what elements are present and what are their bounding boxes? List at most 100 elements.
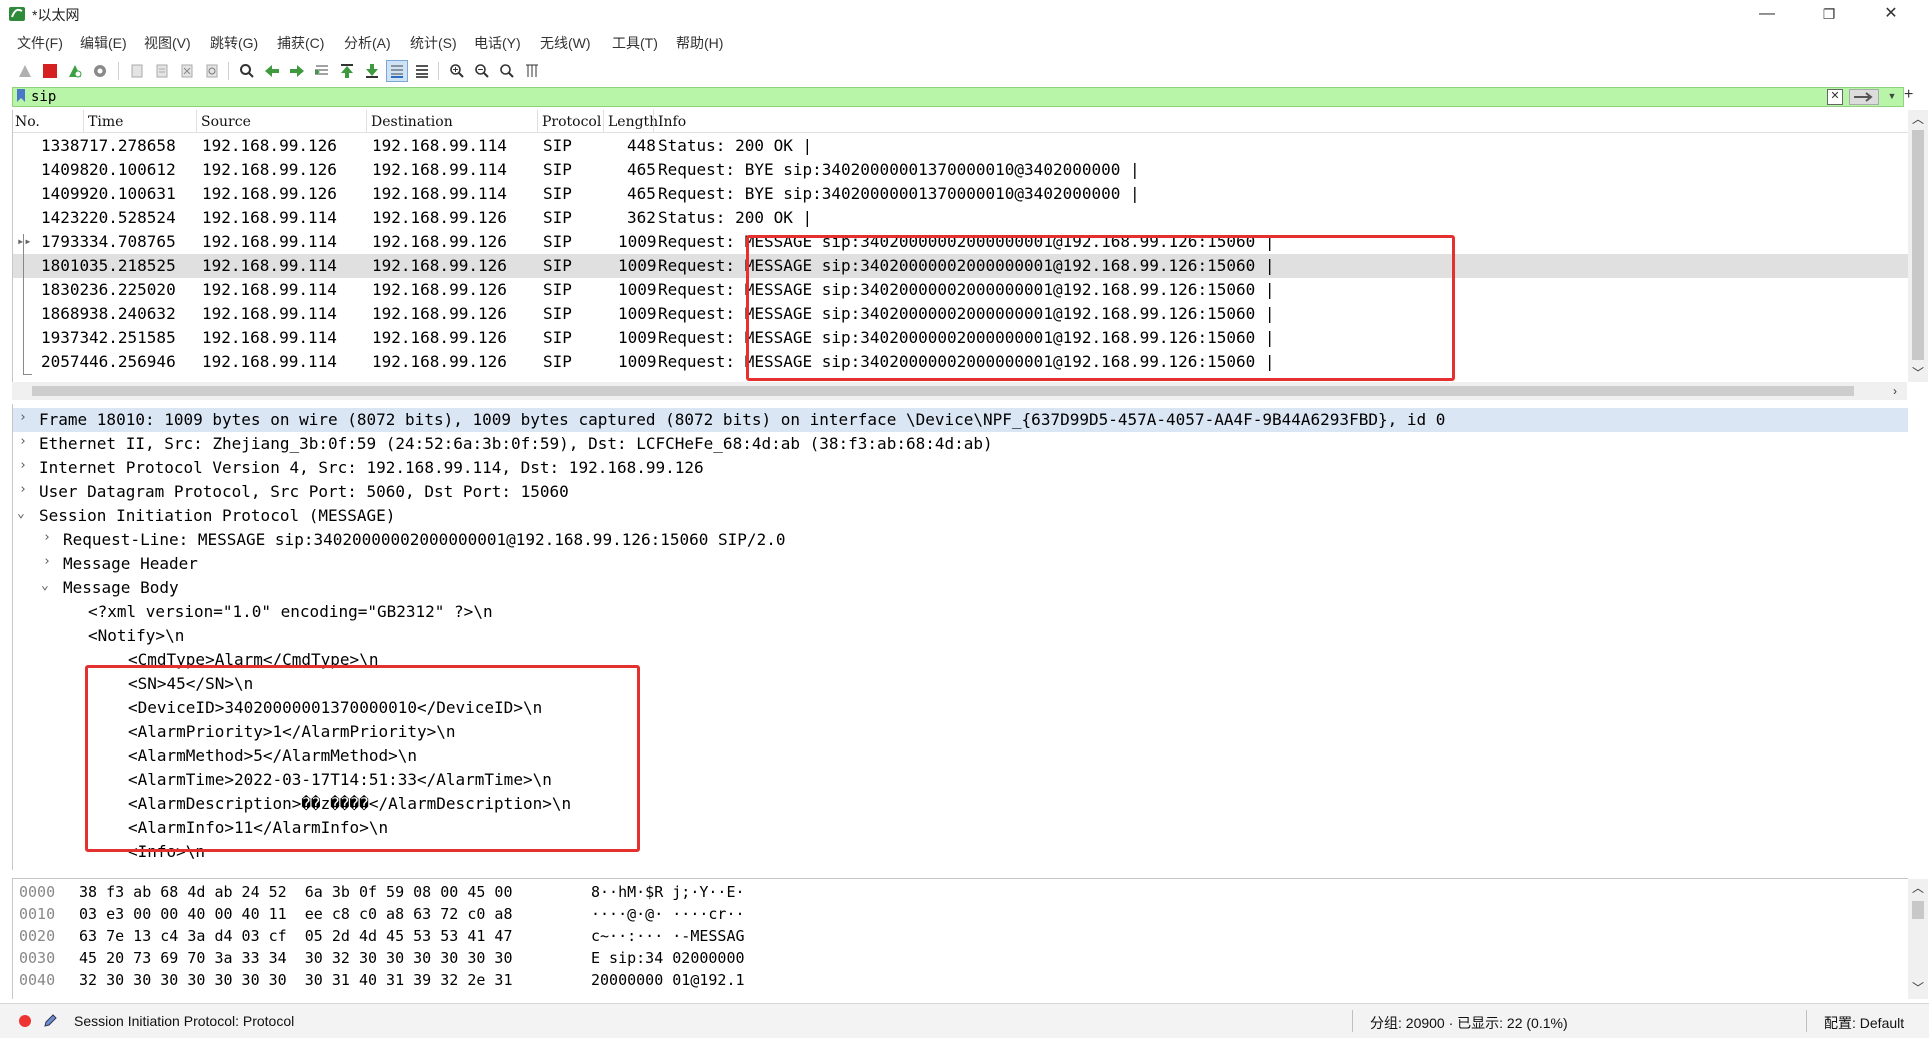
column-header-no[interactable]: No.: [15, 114, 40, 130]
tree-item-message-body[interactable]: ⌄ Message Body: [13, 576, 1908, 600]
clear-filter-icon[interactable]: ✕: [1827, 89, 1843, 105]
column-header-length[interactable]: Length: [608, 114, 658, 130]
capture-options-icon[interactable]: [89, 60, 111, 82]
status-profile[interactable]: 配置: Default: [1824, 1013, 1904, 1033]
apply-filter-icon[interactable]: [1849, 89, 1879, 105]
tree-item-frame[interactable]: › Frame 18010: 1009 bytes on wire (8072 …: [13, 408, 1908, 432]
menu-file[interactable]: 文件(F): [17, 33, 63, 53]
scroll-up-icon[interactable]: ︿: [1908, 879, 1928, 897]
tree-item-deviceid[interactable]: <DeviceID>34020000001370000010</DeviceID…: [13, 696, 1908, 720]
menu-go[interactable]: 跳转(G): [210, 33, 258, 53]
menu-wireless[interactable]: 无线(W): [540, 33, 591, 53]
go-back-icon[interactable]: [261, 60, 283, 82]
filter-history-icon[interactable]: ▼: [1885, 89, 1899, 103]
hex-row[interactable]: 0020 63 7e 13 c4 3a d4 03 cf 05 2d 4d 45…: [13, 927, 745, 949]
go-last-packet-icon[interactable]: [361, 60, 383, 82]
packet-row[interactable]: 18689 38.240632 192.168.99.114 192.168.9…: [13, 302, 1908, 326]
menu-help[interactable]: 帮助(H): [676, 33, 723, 53]
scrollbar-thumb[interactable]: [1912, 130, 1924, 360]
expand-icon[interactable]: ›: [43, 530, 51, 545]
go-forward-icon[interactable]: [286, 60, 308, 82]
tree-item-udp[interactable]: › User Datagram Protocol, Src Port: 5060…: [13, 480, 1908, 504]
close-file-icon[interactable]: [176, 60, 198, 82]
restart-capture-icon[interactable]: [64, 60, 86, 82]
packet-row[interactable]: 13387 17.278658 192.168.99.126 192.168.9…: [13, 134, 1908, 158]
scroll-down-icon[interactable]: ﹀: [1908, 979, 1928, 997]
reload-file-icon[interactable]: [201, 60, 223, 82]
tree-item-sip[interactable]: ⌄ Session Initiation Protocol (MESSAGE): [13, 504, 1908, 528]
menu-capture[interactable]: 捕获(C): [277, 33, 324, 53]
normal-size-icon[interactable]: [496, 60, 518, 82]
zoom-out-icon[interactable]: [471, 60, 493, 82]
scroll-up-icon[interactable]: ︿: [1908, 110, 1928, 128]
packet-row[interactable]: 19373 42.251585 192.168.99.114 192.168.9…: [13, 326, 1908, 350]
tree-item-info[interactable]: <Info>\n: [13, 840, 1908, 864]
column-header-time[interactable]: Time: [88, 114, 123, 130]
minimize-button[interactable]: —: [1744, 2, 1790, 26]
scrollbar-thumb[interactable]: [1912, 901, 1924, 919]
go-to-packet-icon[interactable]: [311, 60, 333, 82]
display-filter-input[interactable]: [31, 88, 1831, 106]
resize-columns-icon[interactable]: [521, 60, 543, 82]
packet-list-hscrollbar[interactable]: ›: [12, 382, 1907, 400]
column-header-info[interactable]: Info: [658, 114, 686, 130]
open-file-icon[interactable]: [126, 60, 148, 82]
scroll-down-icon[interactable]: ﹀: [1908, 364, 1928, 382]
hex-row[interactable]: 0040 32 30 30 30 30 30 30 30 30 31 40 31…: [13, 971, 745, 993]
tree-item-sn[interactable]: <SN>45</SN>\n: [13, 672, 1908, 696]
bookmark-icon[interactable]: [16, 89, 26, 103]
packet-row[interactable]: 14099 20.100631 192.168.99.126 192.168.9…: [13, 182, 1908, 206]
packet-row[interactable]: ▸▸ 17933 34.708765 192.168.99.114 192.16…: [13, 230, 1908, 254]
hscrollbar-thumb[interactable]: [32, 386, 1854, 396]
tree-item-notify[interactable]: <Notify>\n: [13, 624, 1908, 648]
bytes-scrollbar[interactable]: ︿ ﹀: [1908, 879, 1928, 999]
menu-view[interactable]: 视图(V): [144, 33, 191, 53]
hex-row[interactable]: 0000 38 f3 ab 68 4d ab 24 52 6a 3b 0f 59…: [13, 883, 745, 905]
tree-item-cmdtype[interactable]: <CmdType>Alarm</CmdType>\n: [13, 648, 1908, 672]
menu-analyze[interactable]: 分析(A): [344, 33, 391, 53]
tree-item-alarmpriority[interactable]: <AlarmPriority>1</AlarmPriority>\n: [13, 720, 1908, 744]
go-first-packet-icon[interactable]: [336, 60, 358, 82]
packet-row[interactable]: 14232 20.528524 192.168.99.114 192.168.9…: [13, 206, 1908, 230]
packet-list-scrollbar[interactable]: ︿ ﹀: [1908, 110, 1928, 382]
expand-icon[interactable]: ›: [19, 410, 27, 425]
column-header-destination[interactable]: Destination: [371, 114, 453, 130]
zoom-in-icon[interactable]: [446, 60, 468, 82]
tree-item-ipv4[interactable]: › Internet Protocol Version 4, Src: 192.…: [13, 456, 1908, 480]
auto-scroll-icon[interactable]: [386, 60, 408, 82]
packet-row[interactable]: 20574 46.256946 192.168.99.114 192.168.9…: [13, 350, 1908, 374]
menu-edit[interactable]: 编辑(E): [80, 33, 127, 53]
tree-item-message-header[interactable]: › Message Header: [13, 552, 1908, 576]
expand-icon[interactable]: ›: [19, 458, 27, 473]
tree-item-alarmdescription[interactable]: <AlarmDescription>��z����</AlarmDescript…: [13, 792, 1908, 816]
colorize-icon[interactable]: [411, 60, 433, 82]
column-header-protocol[interactable]: Protocol: [542, 114, 601, 130]
tree-item-alarmmethod[interactable]: <AlarmMethod>5</AlarmMethod>\n: [13, 744, 1908, 768]
tree-item-ethernet[interactable]: › Ethernet II, Src: Zhejiang_3b:0f:59 (2…: [13, 432, 1908, 456]
expert-info-icon[interactable]: [18, 1014, 32, 1028]
expand-icon[interactable]: ›: [43, 554, 51, 569]
find-packet-icon[interactable]: [236, 60, 258, 82]
menu-telephony[interactable]: 电话(Y): [474, 33, 521, 53]
collapse-icon[interactable]: ⌄: [17, 506, 25, 521]
start-capture-icon[interactable]: [14, 60, 36, 82]
packet-row[interactable]: 14098 20.100612 192.168.99.126 192.168.9…: [13, 158, 1908, 182]
tree-item-request-line[interactable]: › Request-Line: MESSAGE sip:340200000020…: [13, 528, 1908, 552]
hex-row[interactable]: 0030 45 20 73 69 70 3a 33 34 30 32 30 30…: [13, 949, 745, 971]
collapse-icon[interactable]: ⌄: [41, 578, 49, 593]
tree-item-alarminfo[interactable]: <AlarmInfo>11</AlarmInfo>\n: [13, 816, 1908, 840]
expand-icon[interactable]: ›: [19, 434, 27, 449]
capture-comment-icon[interactable]: [42, 1013, 58, 1029]
close-button[interactable]: ✕: [1868, 2, 1914, 26]
scroll-right-icon[interactable]: ›: [1885, 382, 1905, 400]
tree-item-xml-decl[interactable]: <?xml version="1.0" encoding="GB2312" ?>…: [13, 600, 1908, 624]
tree-item-alarmtime[interactable]: <AlarmTime>2022-03-17T14:51:33</AlarmTim…: [13, 768, 1908, 792]
menu-tools[interactable]: 工具(T): [612, 33, 658, 53]
save-file-icon[interactable]: [151, 60, 173, 82]
packet-row[interactable]: 18302 36.225020 192.168.99.114 192.168.9…: [13, 278, 1908, 302]
stop-capture-icon[interactable]: [39, 60, 61, 82]
menu-statistics[interactable]: 统计(S): [410, 33, 457, 53]
hex-row[interactable]: 0010 03 e3 00 00 40 00 40 11 ee c8 c0 a8…: [13, 905, 745, 927]
expand-icon[interactable]: ›: [19, 482, 27, 497]
column-header-source[interactable]: Source: [201, 114, 251, 130]
